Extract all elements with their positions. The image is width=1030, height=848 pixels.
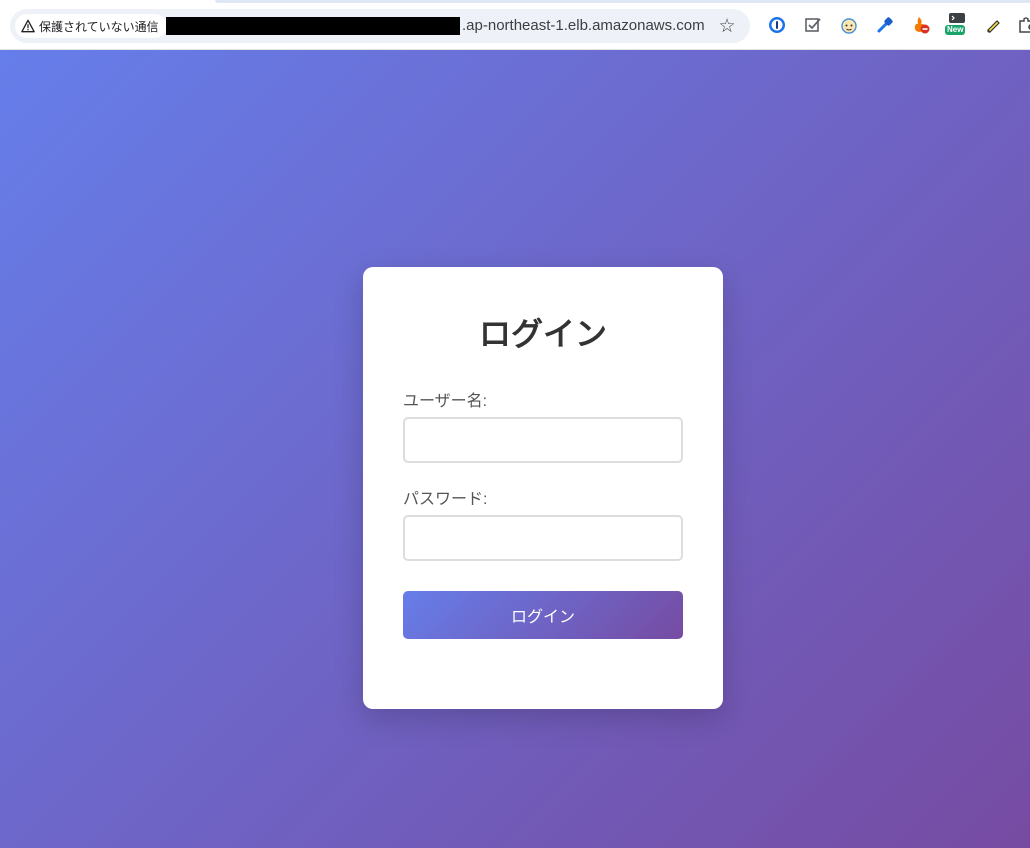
baby-face-extension-icon[interactable] bbox=[839, 15, 859, 35]
terminal-new-extension-icon[interactable]: New bbox=[945, 13, 967, 35]
browser-toolbar: 保護されていない通信 .ap-northeast-1.elb.amazonaws… bbox=[0, 0, 1030, 50]
login-title: ログイン bbox=[478, 316, 607, 352]
page-background: ログイン ユーザー名: パスワード: ログイン bbox=[0, 50, 1030, 848]
tab-strip bbox=[215, 0, 1030, 3]
star-icon[interactable]: ☆ bbox=[716, 15, 738, 37]
url-text[interactable]: .ap-northeast-1.elb.amazonaws.com bbox=[462, 17, 705, 35]
warning-triangle-icon bbox=[21, 19, 35, 33]
flame-blocker-extension-icon[interactable] bbox=[911, 15, 931, 35]
1password-icon[interactable] bbox=[767, 15, 787, 35]
login-card: ログイン ユーザー名: パスワード: ログイン bbox=[363, 267, 723, 709]
puzzle-extensions-icon[interactable] bbox=[1016, 15, 1030, 35]
redacted-url-host bbox=[166, 17, 460, 35]
security-label: 保護されていない通信 bbox=[39, 19, 159, 34]
security-indicator[interactable]: 保護されていない通信 bbox=[15, 14, 167, 38]
eyedropper-extension-icon[interactable] bbox=[875, 15, 895, 35]
password-field[interactable] bbox=[403, 515, 683, 561]
username-label: ユーザー名: bbox=[403, 393, 488, 410]
address-bar[interactable]: 保護されていない通信 .ap-northeast-1.elb.amazonaws… bbox=[10, 9, 750, 43]
username-field[interactable] bbox=[403, 417, 683, 463]
checkbox-extension-icon[interactable] bbox=[803, 15, 823, 35]
highlighter-extension-icon[interactable] bbox=[983, 15, 1003, 35]
login-button[interactable]: ログイン bbox=[403, 591, 683, 639]
new-badge: New bbox=[945, 25, 966, 35]
password-label: パスワード: bbox=[403, 491, 488, 508]
